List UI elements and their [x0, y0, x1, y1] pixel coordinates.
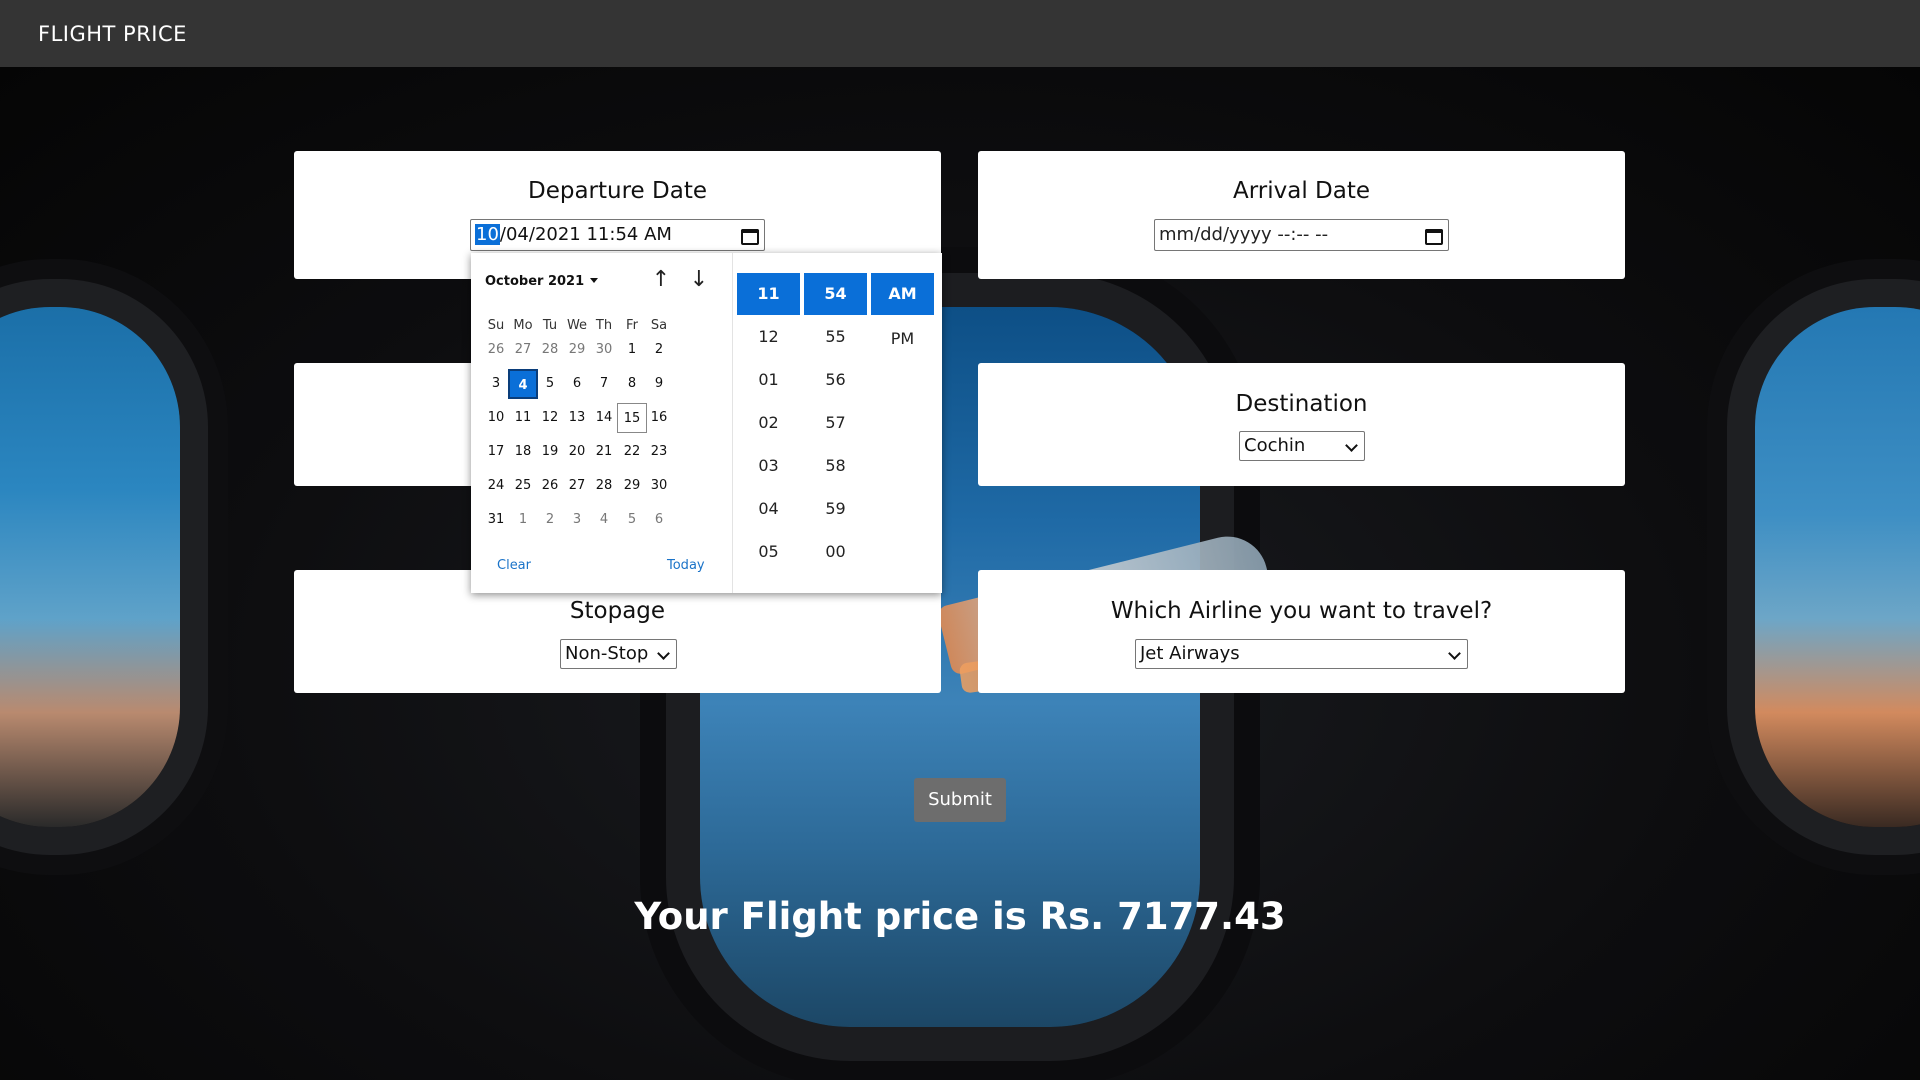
airline-card: Which Airline you want to travel? Jet Ai… [978, 570, 1625, 693]
hour-option[interactable]: 11 [737, 273, 800, 315]
calendar-day[interactable]: 7 [589, 369, 619, 399]
calendar-day[interactable]: 30 [644, 471, 674, 501]
minute-option[interactable]: 00 [804, 531, 867, 573]
hour-option[interactable]: 03 [737, 445, 800, 487]
hour-option[interactable]: 02 [737, 402, 800, 444]
month-year-label: October 2021 [485, 274, 585, 289]
departure-value-rest: /04/2021 11:54 AM [499, 224, 672, 245]
minute-option[interactable]: 54 [804, 273, 867, 315]
calendar-day[interactable]: 8 [617, 369, 647, 399]
calendar-day[interactable]: 25 [508, 471, 538, 501]
chevron-down-icon [1345, 439, 1358, 452]
flight-price-result: Your Flight price is Rs. 7177.43 [634, 895, 1286, 938]
airplane-window-left [0, 307, 180, 827]
calendar-day[interactable]: 26 [481, 335, 511, 365]
calendar-day[interactable]: 28 [589, 471, 619, 501]
hour-option[interactable]: 05 [737, 531, 800, 573]
stopage-title: Stopage [569, 598, 666, 624]
calendar-day[interactable]: 16 [644, 403, 674, 433]
destination-title: Destination [1235, 391, 1368, 417]
calendar-day[interactable]: 15 [617, 403, 647, 433]
calendar-day[interactable]: 30 [589, 335, 619, 365]
calendar-day[interactable]: 4 [589, 505, 619, 535]
chevron-down-icon [657, 647, 670, 660]
calendar-day[interactable]: 27 [508, 335, 538, 365]
calendar-day[interactable]: 19 [535, 437, 565, 467]
minute-option[interactable]: 59 [804, 488, 867, 530]
calendar-day[interactable]: 6 [644, 505, 674, 535]
calendar-day[interactable]: 3 [481, 369, 511, 399]
calendar-day[interactable]: 1 [508, 505, 538, 535]
calendar-day[interactable]: 26 [535, 471, 565, 501]
stopage-select[interactable]: Non-Stop [560, 639, 677, 669]
airline-title: Which Airline you want to travel? [1110, 598, 1493, 624]
arrival-datetime-input[interactable]: mm/dd/yyyy --:-- -- [1154, 219, 1449, 251]
hour-option[interactable]: 12 [737, 316, 800, 358]
calendar-day[interactable]: 11 [508, 403, 538, 433]
calendar-day[interactable]: 21 [589, 437, 619, 467]
calendar-day[interactable]: 14 [589, 403, 619, 433]
submit-button[interactable]: Submit [914, 778, 1006, 822]
airplane-window-right [1755, 307, 1920, 827]
calendar-day[interactable]: 27 [562, 471, 592, 501]
calendar-day[interactable]: 6 [562, 369, 592, 399]
calendar-day[interactable]: 5 [617, 505, 647, 535]
calendar-day[interactable]: 9 [644, 369, 674, 399]
calendar-day[interactable]: 2 [644, 335, 674, 365]
calendar-day[interactable]: 3 [562, 505, 592, 535]
calendar-day[interactable]: 17 [481, 437, 511, 467]
brand-link[interactable]: FLIGHT PRICE [38, 22, 187, 46]
departure-datetime-input[interactable]: 10/04/2021 11:54 AM [470, 219, 765, 251]
calendar-day[interactable]: 13 [562, 403, 592, 433]
calendar-day[interactable]: 28 [535, 335, 565, 365]
calendar-day[interactable]: 29 [617, 471, 647, 501]
clear-button[interactable]: Clear [497, 558, 531, 573]
calendar-day[interactable]: 2 [535, 505, 565, 535]
today-button[interactable]: Today [667, 558, 705, 573]
minute-option[interactable]: 56 [804, 359, 867, 401]
calendar-day[interactable]: 31 [481, 505, 511, 535]
arrow-down-icon[interactable]: ↓ [686, 267, 712, 293]
chevron-down-icon [1448, 647, 1461, 660]
calendar-icon[interactable] [740, 226, 759, 245]
destination-select[interactable]: Cochin [1239, 431, 1365, 461]
airline-value: Jet Airways [1140, 643, 1240, 664]
minute-option[interactable]: 55 [804, 316, 867, 358]
arrival-placeholder: mm/dd/yyyy --:-- -- [1159, 224, 1329, 245]
calendar-day[interactable]: 10 [481, 403, 511, 433]
weekday-label: Sa [650, 318, 668, 333]
airline-select[interactable]: Jet Airways [1135, 639, 1468, 669]
calendar-day[interactable]: 12 [535, 403, 565, 433]
calendar-icon[interactable] [1424, 226, 1443, 245]
caret-down-icon [590, 278, 599, 283]
minute-option[interactable]: 57 [804, 402, 867, 444]
calendar-day[interactable]: 4 [508, 369, 538, 399]
calendar-day[interactable]: 18 [508, 437, 538, 467]
destination-card: Destination Cochin [978, 363, 1625, 486]
calendar-day[interactable]: 1 [617, 335, 647, 365]
hour-option[interactable]: 01 [737, 359, 800, 401]
departure-month-segment[interactable]: 10 [475, 224, 500, 245]
calendar-day[interactable]: 5 [535, 369, 565, 399]
arrow-up-icon[interactable]: ↑ [648, 267, 674, 293]
datetime-picker-popup: October 2021 ↑ ↓ Su Mo Tu We Th Fr Sa 26 27 28 29… [471, 253, 942, 593]
minute-option[interactable]: 58 [804, 445, 867, 487]
calendar-day[interactable]: 24 [481, 471, 511, 501]
stopage-value: Non-Stop [565, 643, 649, 664]
calendar-day[interactable]: 29 [562, 335, 592, 365]
calendar-day[interactable]: 23 [644, 437, 674, 467]
ampm-option[interactable]: PM [871, 318, 934, 360]
calendar-day[interactable]: 22 [617, 437, 647, 467]
navbar: FLIGHT PRICE [0, 0, 1920, 67]
arrival-card: Arrival Date mm/dd/yyyy --:-- -- [978, 151, 1625, 279]
departure-title: Departure Date [528, 178, 707, 204]
arrival-title: Arrival Date [1232, 178, 1370, 204]
month-year-dropdown[interactable]: October 2021 [485, 274, 599, 289]
calendar-day[interactable]: 20 [562, 437, 592, 467]
hour-option[interactable]: 04 [737, 488, 800, 530]
picker-divider [732, 253, 733, 593]
destination-value: Cochin [1244, 435, 1306, 456]
ampm-option[interactable]: AM [871, 273, 934, 315]
